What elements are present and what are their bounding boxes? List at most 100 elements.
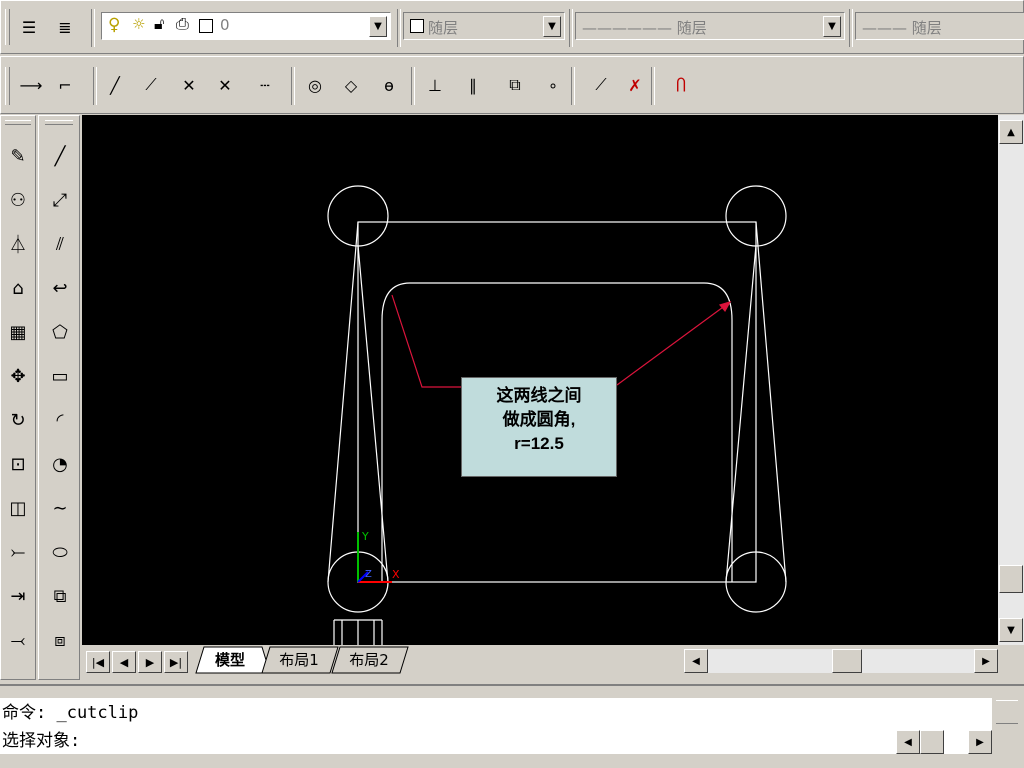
svg-text:Y: Y [361, 530, 369, 543]
tab-first-button[interactable]: |◀ [86, 651, 110, 673]
insert-button[interactable]: ⧉ [501, 71, 529, 99]
rectangle-icon: ▭ [51, 365, 69, 387]
draw-toolbar: ╱ ⤢ ⫽ ↩ ⬠ ▭ ◜ ◔ ∼ ⬭ ⧉ ⧈ [38, 115, 80, 680]
tab-layout1[interactable]: 布局1 [268, 647, 330, 671]
tangent-line-right-inner[interactable] [725, 244, 757, 583]
layer-on-icon: ♀ [108, 15, 121, 35]
rotate-button[interactable]: ↻ [1, 400, 35, 440]
line-button[interactable]: ╱ [43, 136, 77, 176]
scroll-down-button[interactable]: ▼ [999, 618, 1023, 642]
color-dropdown-arrow[interactable]: ▼ [543, 16, 561, 37]
copy-button[interactable]: ⚇ [1, 180, 35, 220]
toolbar-grip[interactable] [5, 9, 10, 45]
nearest-button[interactable]: ⟋ [587, 71, 615, 99]
quadrant-button[interactable]: ◇ [337, 71, 365, 99]
multiline-button[interactable]: ⫽ [43, 224, 77, 264]
separator [569, 9, 573, 47]
break-button[interactable]: ⤙ [1, 620, 35, 660]
osnap-settings-button[interactable]: Ⴖ [667, 71, 695, 99]
extension-button[interactable]: ┄ [251, 71, 279, 99]
endpoint-button[interactable]: ╱ [101, 71, 129, 99]
center-button[interactable]: ◎ [301, 71, 329, 99]
scroll-up-button[interactable]: ▲ [999, 120, 1023, 144]
quadrant-icon: ◇ [344, 75, 358, 95]
trim-button[interactable]: ⤚ [1, 532, 35, 572]
tangent-line-right-outer[interactable] [755, 221, 787, 583]
array-button[interactable]: ▦ [1, 312, 35, 352]
scroll-thumb[interactable] [999, 565, 1023, 593]
layer-combo[interactable]: ♀ ☼ 🔓︎ ⎙ 0 ▼ [101, 12, 391, 40]
tab-last-button[interactable]: ▶| [164, 651, 188, 673]
linetype-dropdown-arrow[interactable]: ▼ [823, 16, 841, 37]
tracking-button[interactable]: ⌐ [51, 71, 79, 99]
scale-icon: ⊡ [10, 453, 26, 475]
tab-prev-button[interactable]: ◀ [112, 651, 136, 673]
next-icon: ▶ [145, 655, 155, 669]
spline-icon: ∼ [52, 497, 68, 519]
mirror-button[interactable]: ⏃ [1, 224, 35, 264]
cmd-scroll-right-button[interactable]: ▶ [968, 730, 992, 754]
tab-next-button[interactable]: ▶ [138, 651, 162, 673]
insert-block-button[interactable]: ⧉ [43, 576, 77, 616]
circle-button[interactable]: ◔ [43, 444, 77, 484]
mirror-icon: ⏃ [9, 235, 27, 256]
node-icon: ∘ [547, 75, 558, 95]
ellipse-button[interactable]: ⬭ [43, 532, 77, 572]
break-icon: ⤙ [10, 629, 26, 651]
separator [411, 67, 415, 105]
modify-toolbar: ✎ ⚇ ⏃ ⌂ ▦ ✥ ↻ ⊡ ◫ ⤚ ⇥ ⤙ [0, 115, 36, 680]
layer-dropdown-arrow[interactable]: ▼ [369, 16, 387, 37]
ucs-icon: Y X Z [357, 530, 400, 583]
node-button[interactable]: ∘ [539, 71, 567, 99]
command-grip[interactable] [996, 700, 1018, 724]
tangent-line-left-outer[interactable] [327, 221, 359, 583]
rectangle-button[interactable]: ▭ [43, 356, 77, 396]
perpendicular-button[interactable]: ⊥ [421, 71, 449, 99]
stretch-button[interactable]: ◫ [1, 488, 35, 528]
command-line-2[interactable]: 选择对象: [0, 728, 992, 754]
spline-button[interactable]: ∼ [43, 488, 77, 528]
layer-manager-button[interactable]: ☰ [15, 13, 43, 41]
xline-button[interactable]: ⤢ [43, 180, 77, 220]
polyline-button[interactable]: ↩ [43, 268, 77, 308]
parallel-icon: ∥ [469, 75, 477, 95]
offset-button[interactable]: ⌂ [1, 268, 35, 308]
tangent-button[interactable]: ɵ [375, 71, 403, 99]
horizontal-scrollbar[interactable]: ◀ ▶ [684, 649, 998, 673]
color-combo[interactable]: 随层 ▼ [403, 12, 565, 40]
midpoint-button[interactable]: ⟋ [137, 71, 165, 99]
tab-model[interactable]: 模型 [200, 647, 260, 671]
cmd-scroll-thumb[interactable] [920, 730, 944, 754]
scroll-left-button[interactable]: ◀ [684, 649, 708, 673]
cmd-scroll-left-button[interactable]: ◀ [896, 730, 920, 754]
insert-block-icon: ⧉ [53, 585, 67, 607]
lineweight-combo[interactable]: ——— 随层 [855, 12, 1024, 40]
polygon-button[interactable]: ⬠ [43, 312, 77, 352]
make-block-button[interactable]: ⧈ [43, 620, 77, 660]
layer-previous-button[interactable]: ≣ [51, 13, 79, 41]
arrow-left-icon: ◀ [692, 655, 700, 667]
toolbar-grip[interactable] [5, 67, 10, 105]
intersection-button[interactable]: ✕ [175, 71, 203, 99]
snap-none-button[interactable]: ✗ [621, 71, 649, 99]
arc-button[interactable]: ◜ [43, 400, 77, 440]
tracking-icon: ⌐ [58, 75, 72, 95]
snap-from-button[interactable]: ⟶ [17, 71, 45, 99]
leader-arrowhead [718, 301, 732, 313]
vertical-scrollbar[interactable]: ▲ ▼ [998, 115, 1024, 645]
stretch-icon: ◫ [9, 497, 27, 519]
base-block[interactable] [333, 619, 383, 645]
erase-button[interactable]: ✎ [1, 136, 35, 176]
scroll-right-button[interactable]: ▶ [974, 649, 998, 673]
apparent-intersection-button[interactable]: ✕ [211, 71, 239, 99]
toolbar-grip[interactable] [45, 120, 73, 125]
extend-button[interactable]: ⇥ [1, 576, 35, 616]
linetype-combo[interactable]: —————— 随层 ▼ [575, 12, 845, 40]
parallel-button[interactable]: ∥ [459, 71, 487, 99]
move-button[interactable]: ✥ [1, 356, 35, 396]
tab-layout2[interactable]: 布局2 [338, 647, 400, 671]
hscroll-thumb[interactable] [832, 649, 862, 673]
scale-button[interactable]: ⊡ [1, 444, 35, 484]
toolbar-grip[interactable] [5, 120, 31, 125]
callout-line-3: r=12.5 [514, 434, 564, 453]
